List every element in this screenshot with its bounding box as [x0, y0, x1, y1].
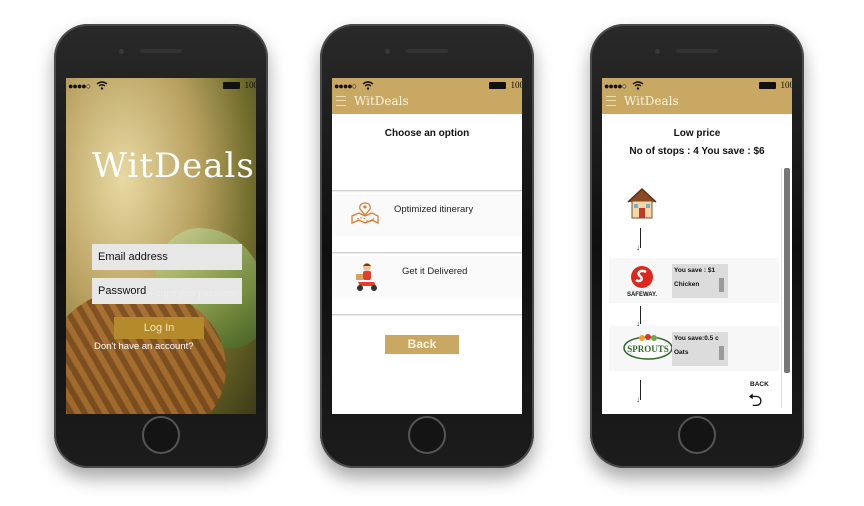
option-delivery[interactable]: Get it Delivered	[332, 256, 522, 298]
speaker	[676, 49, 718, 53]
stop-row[interactable]: SPROUTS You save:0.5 c Oats	[609, 326, 779, 371]
home-button[interactable]	[408, 416, 446, 454]
forgot-password-link[interactable]: Forgot your password	[150, 288, 237, 298]
stop-row[interactable]: SAFEWAY. You save : $1 Chicken	[609, 258, 779, 303]
phone-options: WitDeals ●●●●○ 100 Choose an option Opti…	[320, 24, 534, 468]
wifi-icon	[96, 80, 108, 92]
menu-icon[interactable]	[606, 96, 616, 106]
status-bar: ●●●●○ 100	[332, 78, 522, 94]
options-title: Choose an option	[384, 128, 470, 139]
arrow-down-icon: ↓	[636, 395, 640, 404]
map-route-icon	[351, 202, 379, 224]
login-button[interactable]: Log In	[114, 317, 204, 339]
route-title: Low price	[673, 128, 721, 139]
battery-percent: 100	[780, 80, 793, 90]
options-screen: WitDeals ●●●●○ 100 Choose an option Opti…	[332, 78, 522, 414]
route-list: ↓ SAFEWAY. You save : $1 Chicken ↓ SPROU…	[609, 168, 782, 408]
speaker	[140, 49, 182, 53]
quantity-stepper[interactable]	[719, 346, 724, 360]
wifi-icon	[632, 80, 644, 92]
phone-login: ●●●●○ 100 WitDeals Email address Passwor…	[54, 24, 268, 468]
camera	[385, 49, 390, 54]
sprouts-logo: SPROUTS	[623, 334, 673, 360]
route-screen: WitDeals ●●●●○ 100 Low price No of stops…	[602, 78, 792, 414]
safeway-logo: SAFEWAY.	[627, 266, 657, 298]
email-field[interactable]: Email address	[92, 244, 242, 270]
divider	[332, 190, 522, 191]
option-itinerary[interactable]: Optimized itinerary	[332, 194, 522, 236]
phone-route: WitDeals ●●●●○ 100 Low price No of stops…	[590, 24, 804, 468]
wifi-icon	[362, 80, 374, 92]
scrollbar[interactable]	[784, 168, 790, 373]
sprouts-text: SPROUTS	[627, 344, 669, 354]
signup-link[interactable]: Don't have an account?	[94, 341, 194, 352]
signal-icon: ●●●●○	[68, 81, 91, 91]
speaker	[406, 49, 448, 53]
app-logo: WitDeals	[92, 146, 255, 186]
home-button[interactable]	[678, 416, 716, 454]
arrow-down-icon: ↓	[636, 243, 640, 252]
divider	[332, 314, 522, 315]
status-bar: ●●●●○ 100	[66, 78, 256, 94]
battery-icon	[223, 82, 240, 89]
delivery-scooter-icon	[356, 263, 377, 291]
stop-card: You save:0.5 c Oats	[672, 332, 728, 366]
home-button[interactable]	[142, 416, 180, 454]
back-button[interactable]: Back	[385, 335, 459, 354]
camera	[119, 49, 124, 54]
header-brand: WitDeals	[354, 94, 409, 108]
login-screen: ●●●●○ 100 WitDeals Email address Passwor…	[66, 78, 256, 414]
back-label[interactable]: BACK	[750, 381, 769, 388]
battery-percent: 100	[244, 80, 257, 90]
battery-icon	[759, 82, 776, 89]
route-summary: No of stops : 4 You save : $6	[629, 146, 765, 157]
menu-icon[interactable]	[336, 96, 346, 106]
divider	[332, 252, 522, 253]
stop-card: You save : $1 Chicken	[672, 264, 728, 298]
option-delivery-label: Get it Delivered	[402, 266, 468, 277]
stop-item: Chicken	[674, 281, 700, 288]
option-itinerary-label: Optimized itinerary	[394, 204, 474, 215]
home-icon	[627, 187, 657, 219]
status-bar: ●●●●○ 100	[602, 78, 792, 94]
stop-item: Oats	[674, 349, 689, 356]
signal-icon: ●●●●○	[334, 81, 357, 91]
route-arrow	[640, 306, 641, 324]
signal-icon: ●●●●○	[604, 81, 627, 91]
safeway-text: SAFEWAY.	[627, 292, 657, 298]
battery-percent: 100	[510, 80, 523, 90]
route-arrow	[640, 380, 641, 400]
battery-icon	[489, 82, 506, 89]
camera	[655, 49, 660, 54]
back-arrow-icon[interactable]: ⮌	[748, 388, 762, 414]
route-arrow	[640, 228, 641, 248]
stop-save: You save : $1	[674, 267, 716, 274]
stop-save: You save:0.5 c	[674, 335, 719, 342]
quantity-stepper[interactable]	[719, 278, 724, 292]
header-brand: WitDeals	[624, 94, 679, 108]
